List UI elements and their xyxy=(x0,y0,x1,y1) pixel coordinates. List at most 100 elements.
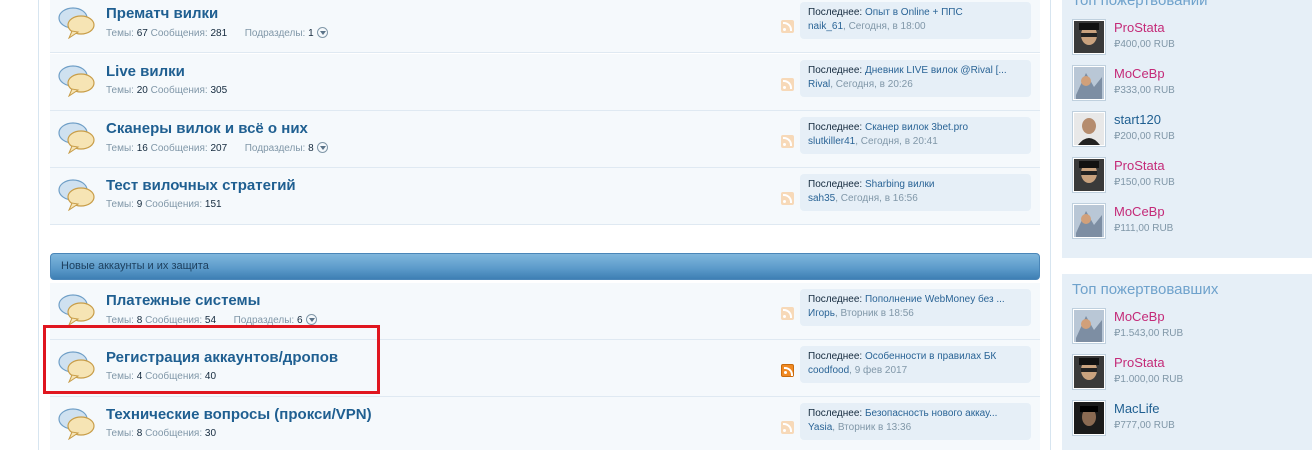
donor-name-link[interactable]: MoCeBp xyxy=(1114,204,1165,219)
avatar[interactable] xyxy=(1072,19,1106,55)
donor-name-link[interactable]: start120 xyxy=(1114,112,1161,127)
subforums-count: 1 xyxy=(308,28,314,39)
last-post-label: Последнее: xyxy=(808,7,863,18)
last-post-date: , Сегодня, в 16:56 xyxy=(835,193,918,204)
subforums-count: 8 xyxy=(308,143,314,154)
rss-icon[interactable] xyxy=(781,135,794,148)
themes-label: Темы: xyxy=(106,28,134,39)
donor-item: start120 ₽200,00 RUB xyxy=(1072,111,1302,155)
last-post-title-link[interactable]: Пополнение WebMoney без ... xyxy=(865,294,1005,305)
forum-title-link[interactable]: Технические вопросы (прокси/VPN) xyxy=(106,406,372,423)
last-post: Последнее: Сканер вилок 3bet.pro slutkil… xyxy=(800,117,1031,154)
themes-count: 67 xyxy=(136,28,148,39)
last-post-label: Последнее: xyxy=(808,179,863,190)
donor-name-link[interactable]: ProStata xyxy=(1114,20,1165,35)
forum-node: Тест вилочных стратегий Темы: 9 Сообщени… xyxy=(50,168,1040,225)
donor-item: ProStata ₽1.000,00 RUB xyxy=(1072,354,1302,398)
forum-node: Прематч вилки Темы: 67 Сообщения: 281 По… xyxy=(50,0,1040,53)
donor-amount: ₽150,00 RUB xyxy=(1114,177,1175,188)
forum-title-link[interactable]: Сканеры вилок и всё о них xyxy=(106,120,308,137)
messages-count: 305 xyxy=(210,85,228,96)
rss-icon[interactable] xyxy=(781,78,794,91)
donor-item: MoCeBp ₽111,00 RUB xyxy=(1072,203,1302,247)
rss-icon[interactable] xyxy=(781,192,794,205)
last-post-title-link[interactable]: Дневник LIVE вилок @Rival [... xyxy=(865,65,1007,76)
last-post-title-link[interactable]: Безопасность нового аккау... xyxy=(865,408,998,419)
messages-count: 207 xyxy=(210,143,228,154)
last-post-user-link[interactable]: coodfood xyxy=(808,365,849,376)
last-post-date: , Вторник в 18:56 xyxy=(834,308,914,319)
messages-count: 151 xyxy=(204,199,222,210)
last-post-user-link[interactable]: slutkiller41 xyxy=(808,136,855,147)
forum-title-link[interactable]: Платежные системы xyxy=(106,292,260,309)
last-post-date: , Сегодня, в 18:00 xyxy=(843,21,926,32)
donor-item: MoCeBp ₽333,00 RUB xyxy=(1072,65,1302,109)
speech-bubbles-icon xyxy=(58,122,95,154)
category-header[interactable]: Новые аккаунты и их защита xyxy=(50,253,1040,280)
donor-amount: ₽777,00 RUB xyxy=(1114,420,1175,431)
forum-title-link[interactable]: Прематч вилки xyxy=(106,5,218,22)
messages-label: Сообщения: xyxy=(150,85,208,96)
forum-stats: Темы: 9 Сообщения: 151 xyxy=(106,199,222,210)
top-donations-title: Топ пожертвований xyxy=(1072,0,1208,9)
chevron-down-icon[interactable] xyxy=(306,314,318,325)
last-post-user-link[interactable]: Yasia xyxy=(808,422,832,433)
rss-icon[interactable] xyxy=(781,307,794,320)
donor-amount: ₽400,00 RUB xyxy=(1114,39,1175,50)
last-post-label: Последнее: xyxy=(808,122,863,133)
last-post-title-link[interactable]: Сканер вилок 3bet.pro xyxy=(865,122,968,133)
themes-label: Темы: xyxy=(106,199,134,210)
speech-bubbles-icon xyxy=(58,65,95,97)
messages-label: Сообщения: xyxy=(150,28,208,39)
last-post: Последнее: Пополнение WebMoney без ... И… xyxy=(800,289,1031,326)
themes-count: 16 xyxy=(136,143,148,154)
avatar[interactable] xyxy=(1072,308,1106,344)
last-post-label: Последнее: xyxy=(808,351,863,362)
donor-amount: ₽1.543,00 RUB xyxy=(1114,328,1184,339)
speech-bubbles-icon xyxy=(58,7,95,39)
last-post-title-link[interactable]: Sharbing вилки xyxy=(865,179,935,190)
last-post-date: , Вторник в 13:36 xyxy=(832,422,912,433)
donor-name-link[interactable]: ProStata xyxy=(1114,355,1165,370)
themes-label: Темы: xyxy=(106,85,134,96)
chevron-down-icon[interactable] xyxy=(317,27,329,38)
rss-icon[interactable] xyxy=(781,20,794,33)
last-post-title-link[interactable]: Опыт в Online + ППС xyxy=(865,7,963,18)
themes-label: Темы: xyxy=(106,143,134,154)
last-post-label: Последнее: xyxy=(808,65,863,76)
forum-stats: Темы: 20 Сообщения: 305 xyxy=(106,85,227,96)
last-post-date: , 9 фев 2017 xyxy=(849,365,908,376)
forum-title-link[interactable]: Live вилки xyxy=(106,63,185,80)
avatar[interactable] xyxy=(1072,65,1106,101)
forum-node: Live вилки Темы: 20 Сообщения: 305 После… xyxy=(50,54,1040,111)
donor-amount: ₽333,00 RUB xyxy=(1114,85,1175,96)
category-title: Новые аккаунты и их защита xyxy=(61,260,209,272)
avatar[interactable] xyxy=(1072,157,1106,193)
avatar[interactable] xyxy=(1072,111,1106,147)
donor-name-link[interactable]: MoCeBp xyxy=(1114,309,1165,324)
last-post: Последнее: Дневник LIVE вилок @Rival [..… xyxy=(800,60,1031,97)
chevron-down-icon[interactable] xyxy=(317,142,329,153)
rss-icon[interactable] xyxy=(781,364,794,377)
avatar[interactable] xyxy=(1072,400,1106,436)
rss-icon[interactable] xyxy=(781,421,794,434)
donor-name-link[interactable]: MoCeBp xyxy=(1114,66,1165,81)
last-post-user-link[interactable]: Игорь xyxy=(808,308,835,319)
forum-title-link[interactable]: Тест вилочных стратегий xyxy=(106,177,296,194)
last-post-title-link[interactable]: Особенности в правилах БК xyxy=(865,351,996,362)
last-post-user-link[interactable]: Rival xyxy=(808,79,830,90)
donor-name-link[interactable]: ProStata xyxy=(1114,158,1165,173)
donor-amount: ₽111,00 RUB xyxy=(1114,223,1174,234)
top-donations-block: Топ пожертвований ProStata ₽400,00 RUB M… xyxy=(1062,0,1312,258)
last-post: Последнее: Безопасность нового аккау... … xyxy=(800,403,1031,440)
avatar[interactable] xyxy=(1072,203,1106,239)
last-post-user-link[interactable]: naik_61 xyxy=(808,21,843,32)
subforums-label: Подразделы: xyxy=(244,143,306,154)
themes-count: 8 xyxy=(136,428,143,439)
messages-count: 30 xyxy=(204,428,217,439)
donor-name-link[interactable]: MacLife xyxy=(1114,401,1160,416)
themes-label: Темы: xyxy=(106,428,134,439)
avatar[interactable] xyxy=(1072,354,1106,390)
highlight-box xyxy=(43,325,380,394)
last-post-user-link[interactable]: sah35 xyxy=(808,193,835,204)
